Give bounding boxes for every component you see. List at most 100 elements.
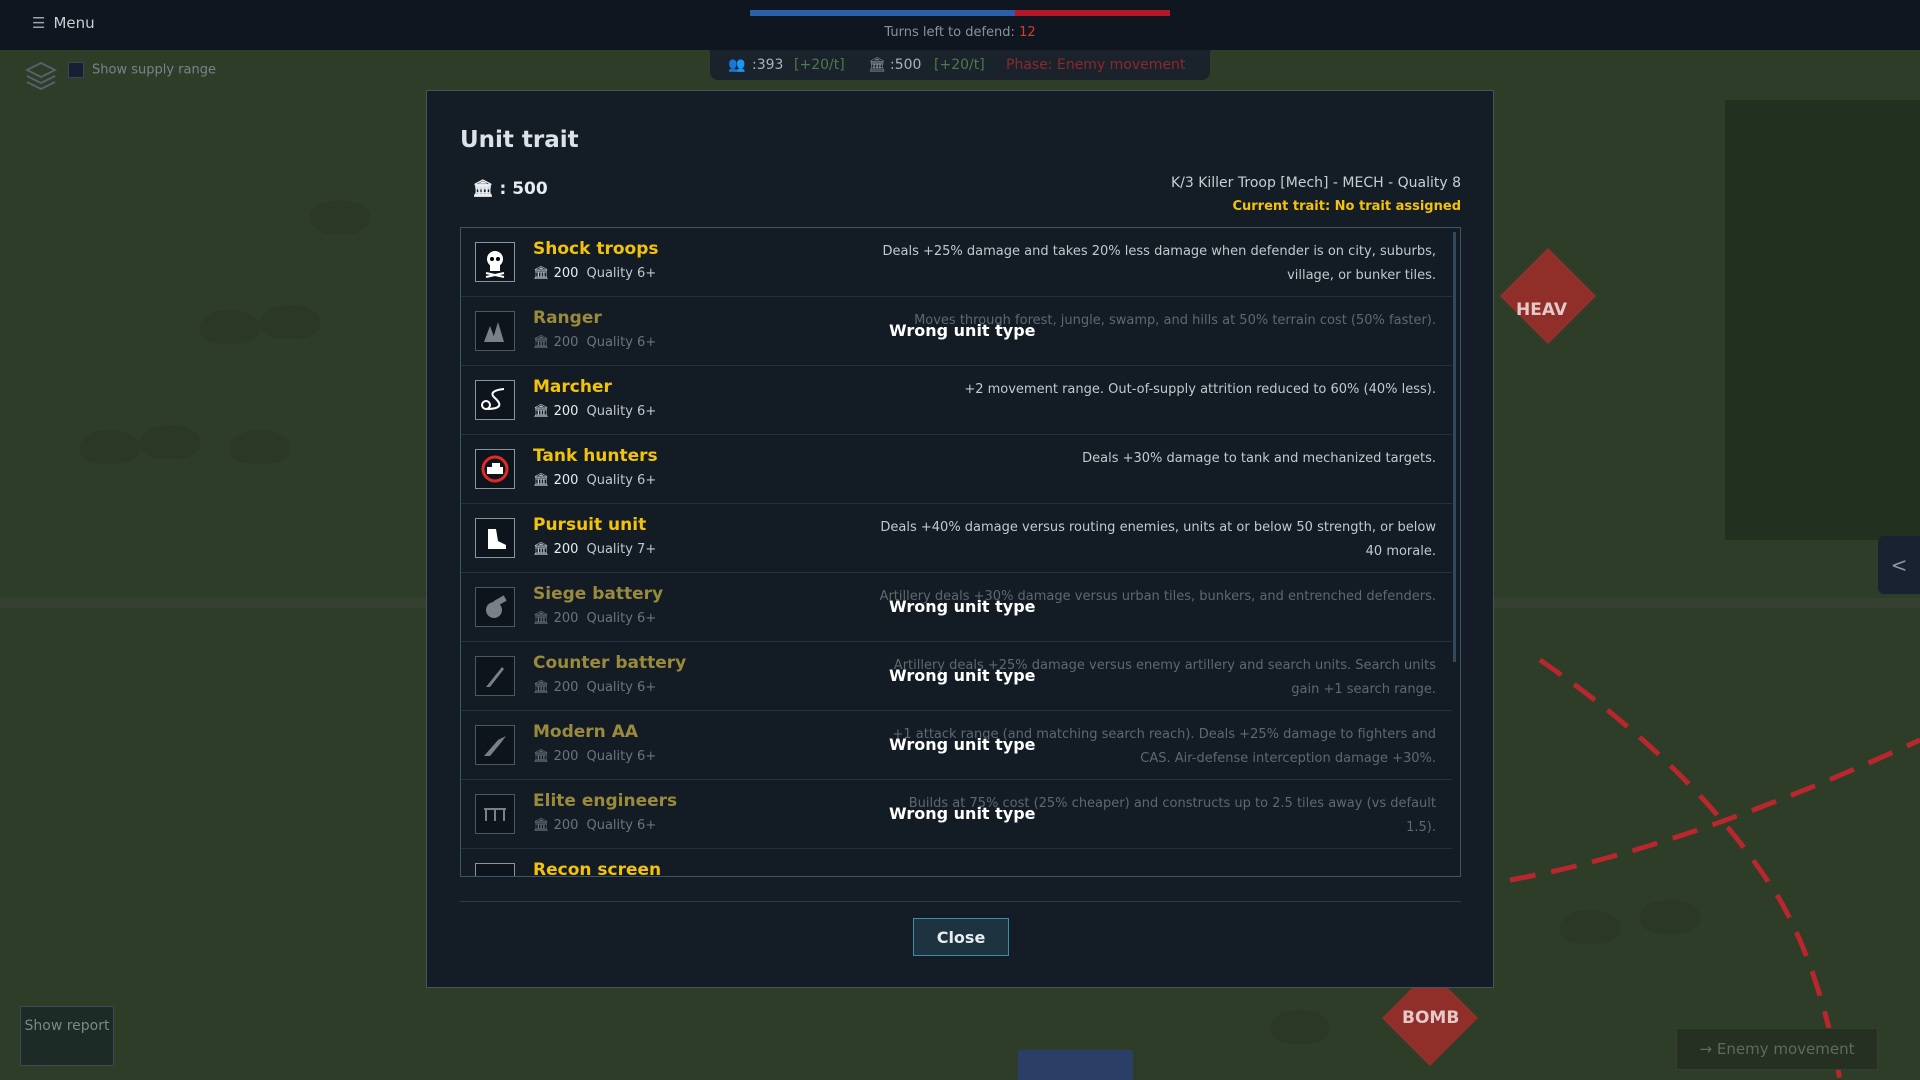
top-bar: ☰ Menu Turns left to defend: 12 <box>0 0 1920 50</box>
bush <box>1270 1010 1330 1044</box>
trait-quality: Quality 6+ <box>586 818 657 833</box>
divider <box>460 901 1461 902</box>
wrong-unit-type-label: Wrong unit type <box>889 321 1036 340</box>
supply-icon: 🏛 <box>533 404 554 419</box>
wrong-unit-type-label: Wrong unit type <box>889 735 1036 754</box>
trait-list[interactable]: Shock troops 🏛 200 Quality 6+ Deals +25% da… <box>460 227 1461 877</box>
supply-range-label: Show supply range <box>92 62 216 78</box>
dialog-title: Unit trait <box>460 127 579 153</box>
trait-name: Siege battery <box>533 584 664 604</box>
enemy-movement-label: Enemy movement <box>1716 1040 1855 1058</box>
trait-description: +2 movement range. Out-of-supply attriti… <box>964 382 1436 397</box>
trait-quality: Quality 6+ <box>586 749 657 764</box>
supply-icon: 🏛 <box>868 57 886 73</box>
trait-name: Modern AA <box>533 722 639 742</box>
show-report-button[interactable]: Show report <box>20 1006 114 1066</box>
available-supply: 🏛 : 500 <box>472 179 548 199</box>
trait-row[interactable]: Marcher 🏛 200 Quality 6+ +2 movement range.… <box>461 366 1452 435</box>
trait-row[interactable]: Elite engineers 🏛 200 Quality 6+ Builds at … <box>461 780 1452 849</box>
trait-quality: Quality 6+ <box>586 611 657 626</box>
trait-cost: 🏛 200 Quality 6+ <box>533 404 656 419</box>
menu-button[interactable]: ☰ Menu <box>32 14 95 32</box>
trait-name: Marcher <box>533 377 612 397</box>
manpower-gain: [+20/t] <box>794 57 845 73</box>
trait-row[interactable]: Counter battery 🏛 200 Quality 6+ Artillery … <box>461 642 1452 711</box>
aa-gun-icon <box>475 725 515 765</box>
bush <box>80 430 140 464</box>
turns-label: Turns left to defend: <box>884 25 1020 40</box>
trait-description: Deals +30% damage to tank and mechanized… <box>1082 451 1436 466</box>
trait-description: Deals +40% damage versus routing enemies… <box>880 520 1436 559</box>
bush <box>140 425 200 459</box>
trait-row[interactable]: Modern AA 🏛 200 Quality 6+ +1 attack range … <box>461 711 1452 780</box>
tank-target-icon <box>475 449 515 489</box>
manpower-icon: 👥 <box>728 57 746 73</box>
supply-range-checkbox[interactable] <box>68 62 84 78</box>
trait-row[interactable]: Ranger 🏛 200 Quality 6+ Moves through fores… <box>461 297 1452 366</box>
enemy-movement-button[interactable]: → Enemy movement <box>1676 1028 1878 1070</box>
forest-area <box>1725 100 1920 540</box>
balance-friendly <box>750 10 1015 16</box>
turns-left: Turns left to defend: 12 <box>750 25 1170 40</box>
bush <box>260 305 320 339</box>
trait-cost: 🏛 200 Quality 6+ <box>533 680 656 695</box>
unit-name: K/3 Killer Troop [Mech] - MECH - Quality… <box>1170 175 1461 191</box>
supply-range-toggle[interactable]: Show supply range <box>26 62 216 78</box>
trait-cost: 🏛 200 Quality 6+ <box>533 335 656 350</box>
trait-row[interactable]: Siege battery 🏛 200 Quality 6+ Artillery de… <box>461 573 1452 642</box>
battle-balance-bar <box>750 10 1170 16</box>
trait-row[interactable]: Tank hunters 🏛 200 Quality 6+ Deals +30% da… <box>461 435 1452 504</box>
wrong-unit-type-label: Wrong unit type <box>889 597 1036 616</box>
balance-enemy <box>1014 10 1170 16</box>
trait-name: Pursuit unit <box>533 515 647 535</box>
trait-cost-value: 200 <box>553 818 579 833</box>
supply-icon: 🏛 <box>533 818 554 833</box>
available-supply-value: : 500 <box>499 179 548 199</box>
trait-cost-value: 200 <box>553 266 579 281</box>
unit-trait-dialog: Unit trait 🏛 : 500 K/3 Killer Troop [Mec… <box>426 90 1494 988</box>
trait-cost-value: 200 <box>553 335 579 350</box>
trait-cost-value: 200 <box>553 680 579 695</box>
enemy-unit-label: HEAV <box>1516 300 1567 320</box>
side-panel-toggle[interactable]: < <box>1878 536 1920 594</box>
unit-info: K/3 Killer Troop [Mech] - MECH - Quality… <box>1171 171 1461 219</box>
forest-icon <box>475 311 515 351</box>
bush <box>200 310 260 344</box>
supply-icon: 🏛 <box>533 611 554 626</box>
trait-name: Tank hunters <box>533 446 658 466</box>
turns-value: 12 <box>1019 25 1036 40</box>
manpower-value: :393 <box>752 57 784 73</box>
trait-quality: Quality 6+ <box>586 404 657 419</box>
binoculars-icon <box>475 863 515 876</box>
trait-cost: 🏛 200 Quality 6+ <box>533 818 656 833</box>
trait-description: Deals +25% damage and takes 20% less dam… <box>882 244 1436 283</box>
hamburger-icon: ☰ <box>32 14 46 32</box>
artillery-icon <box>475 656 515 696</box>
supply-icon: 🏛 <box>533 473 554 488</box>
trait-cost: 🏛 200 Quality 6+ <box>533 266 656 281</box>
trait-row[interactable]: Pursuit unit 🏛 200 Quality 7+ Deals +40% da… <box>461 504 1452 573</box>
trait-cost: 🏛 200 Quality 6+ <box>533 611 656 626</box>
trait-quality: Quality 6+ <box>586 335 657 350</box>
supply-gain: [+20/t] <box>934 57 985 73</box>
trait-cost-value: 200 <box>553 473 579 488</box>
trait-quality: Quality 6+ <box>586 680 657 695</box>
phase-label: Phase: Enemy movement <box>1006 57 1186 73</box>
scrollbar[interactable] <box>1453 232 1456 662</box>
trait-row[interactable]: Recon screen🏛 200Quality 6+ <box>461 849 1452 877</box>
trait-name: Elite engineers <box>533 791 678 811</box>
mortar-icon <box>475 587 515 627</box>
supply-icon: 🏛 <box>533 335 554 350</box>
route-icon <box>475 380 515 420</box>
trait-row[interactable]: Shock troops 🏛 200 Quality 6+ Deals +25% da… <box>461 228 1452 297</box>
trait-cost-value: 200 <box>553 542 579 557</box>
supply-icon: 🏛 <box>533 680 554 695</box>
trait-name: Recon screen <box>533 860 662 877</box>
bush <box>230 430 290 464</box>
close-button[interactable]: Close <box>913 918 1009 956</box>
river <box>1018 1050 1133 1080</box>
trait-quality: Quality 6+ <box>586 266 657 281</box>
enemy-unit-label: BOMB <box>1402 1008 1460 1028</box>
supply-icon: 🏛 <box>472 179 494 199</box>
trait-cost-value: 200 <box>553 749 579 764</box>
